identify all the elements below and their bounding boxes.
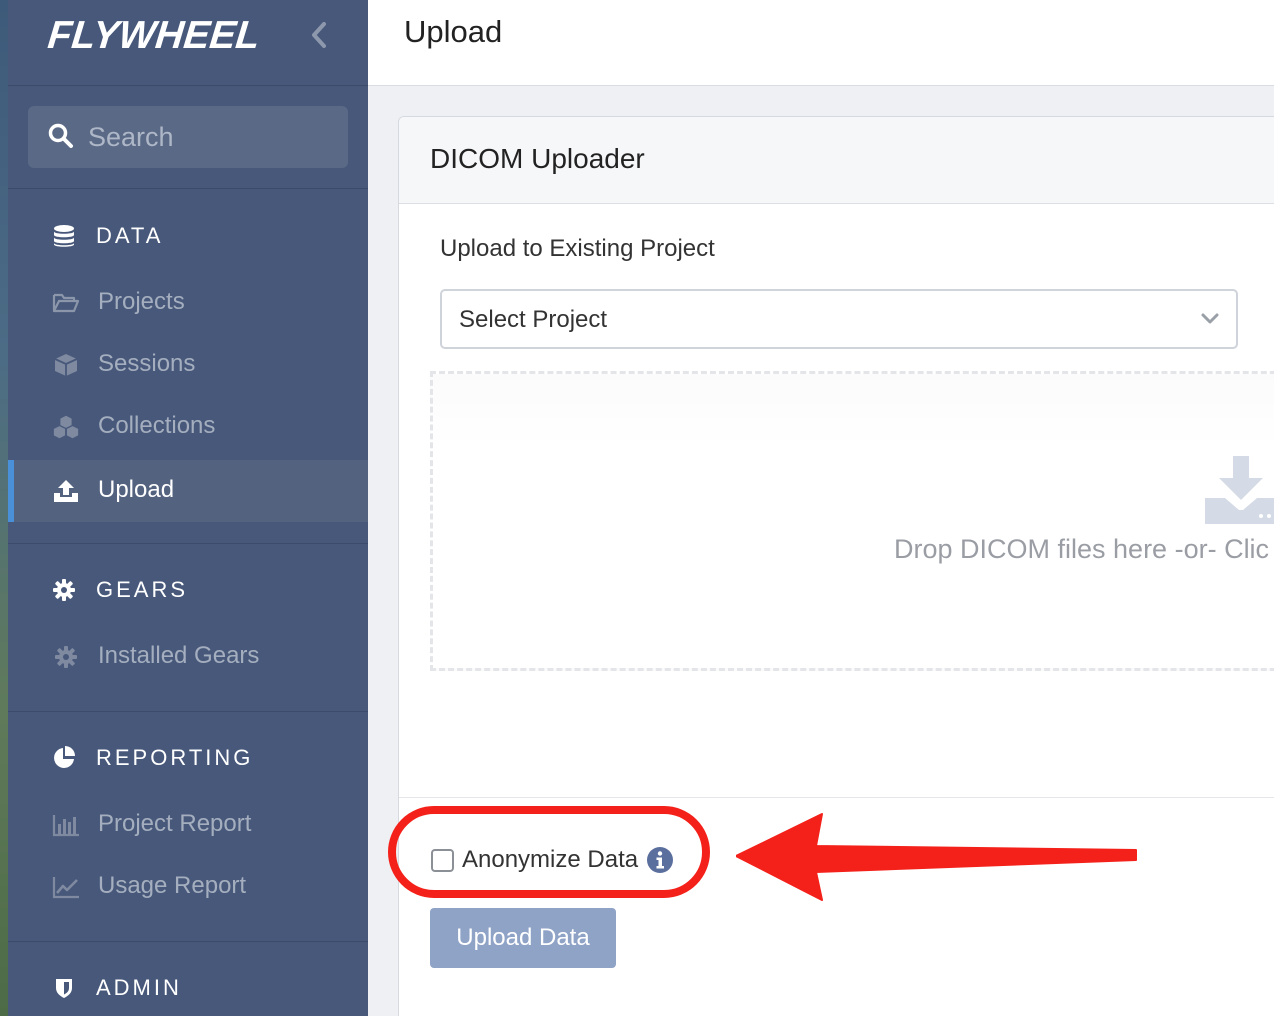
sidebar-divider (8, 711, 368, 712)
folder-open-icon (52, 293, 80, 313)
sidebar-item-project-report[interactable]: Project Report (8, 794, 368, 856)
project-select[interactable]: Select Project (440, 289, 1238, 349)
shield-icon (56, 979, 72, 998)
sidebar-item-upload[interactable]: Upload (8, 460, 368, 522)
sidebar-item-label: Usage Report (98, 872, 247, 899)
info-icon[interactable] (646, 846, 674, 874)
section-gears[interactable]: GEARS (8, 570, 368, 610)
section-data-label: DATA (96, 223, 164, 248)
pie-chart-icon (54, 746, 75, 768)
sidebar-item-label: Installed Gears (98, 642, 260, 669)
section-reporting[interactable]: REPORTING (8, 738, 368, 778)
search-input[interactable] (88, 116, 338, 158)
anonymize-row: Anonymize Data (431, 845, 674, 875)
card-header: DICOM Uploader (399, 117, 1274, 204)
cubes-icon (53, 415, 79, 439)
flywheel-logo[interactable]: FLYWHEEL (46, 14, 262, 58)
project-select-value: Select Project (459, 306, 608, 333)
sidebar-item-installed-gears[interactable]: Installed Gears (8, 626, 368, 688)
chevron-left-icon (312, 22, 326, 48)
sidebar-divider (8, 543, 368, 544)
search-icon (48, 123, 73, 148)
section-admin[interactable]: ADMIN (8, 968, 368, 1008)
card-title: DICOM Uploader (430, 143, 645, 174)
section-reporting-label: REPORTING (96, 745, 254, 770)
sidebar-divider (8, 941, 368, 942)
sidebar-item-label: Collections (98, 412, 216, 439)
sidebar-item-projects[interactable]: Projects (8, 272, 368, 334)
cube-icon (54, 354, 78, 376)
gear-icon (55, 646, 77, 668)
section-gears-label: GEARS (96, 577, 189, 602)
anonymize-label[interactable]: Anonymize Data (462, 846, 638, 874)
database-icon (54, 225, 74, 247)
sidebar: FLYWHEEL DATA Projects (0, 0, 368, 1016)
upload-icon (54, 480, 78, 502)
sidebar-item-label: Sessions (98, 350, 196, 377)
sidebar-item-collections[interactable]: Collections (8, 396, 368, 458)
sidebar-edge-decoration (0, 0, 8, 1016)
brand-bar: FLYWHEEL (8, 0, 368, 86)
upload-data-button[interactable]: Upload Data (430, 908, 616, 968)
search-box (28, 106, 348, 168)
line-chart-icon (52, 877, 79, 899)
page-title: Upload (404, 14, 503, 49)
sidebar-item-label: Project Report (98, 810, 252, 837)
dicom-uploader-card: DICOM Uploader Upload to Existing Projec… (398, 116, 1274, 1016)
gear-icon (53, 579, 75, 601)
dropzone-text: Drop DICOM files here -or- Clic (894, 534, 1270, 564)
project-select-label: Upload to Existing Project (440, 235, 715, 262)
sidebar-divider (8, 188, 368, 189)
sidebar-item-usage-report[interactable]: Usage Report (8, 856, 368, 918)
page-header: Upload (368, 0, 1274, 86)
section-data[interactable]: DATA (8, 216, 368, 256)
bar-chart-icon (52, 815, 79, 837)
dicom-dropzone[interactable]: Drop DICOM files here -or- Clic (430, 371, 1274, 671)
section-admin-label: ADMIN (96, 975, 182, 1000)
sidebar-item-label: Projects (98, 288, 185, 315)
sidebar-item-label: Upload (98, 476, 175, 503)
card-divider (399, 797, 1274, 798)
download-tray-icon (1205, 456, 1274, 524)
anonymize-checkbox[interactable] (431, 848, 454, 872)
chevron-down-icon (1201, 313, 1219, 324)
collapse-sidebar-button[interactable] (304, 18, 334, 52)
sidebar-item-sessions[interactable]: Sessions (8, 334, 368, 396)
